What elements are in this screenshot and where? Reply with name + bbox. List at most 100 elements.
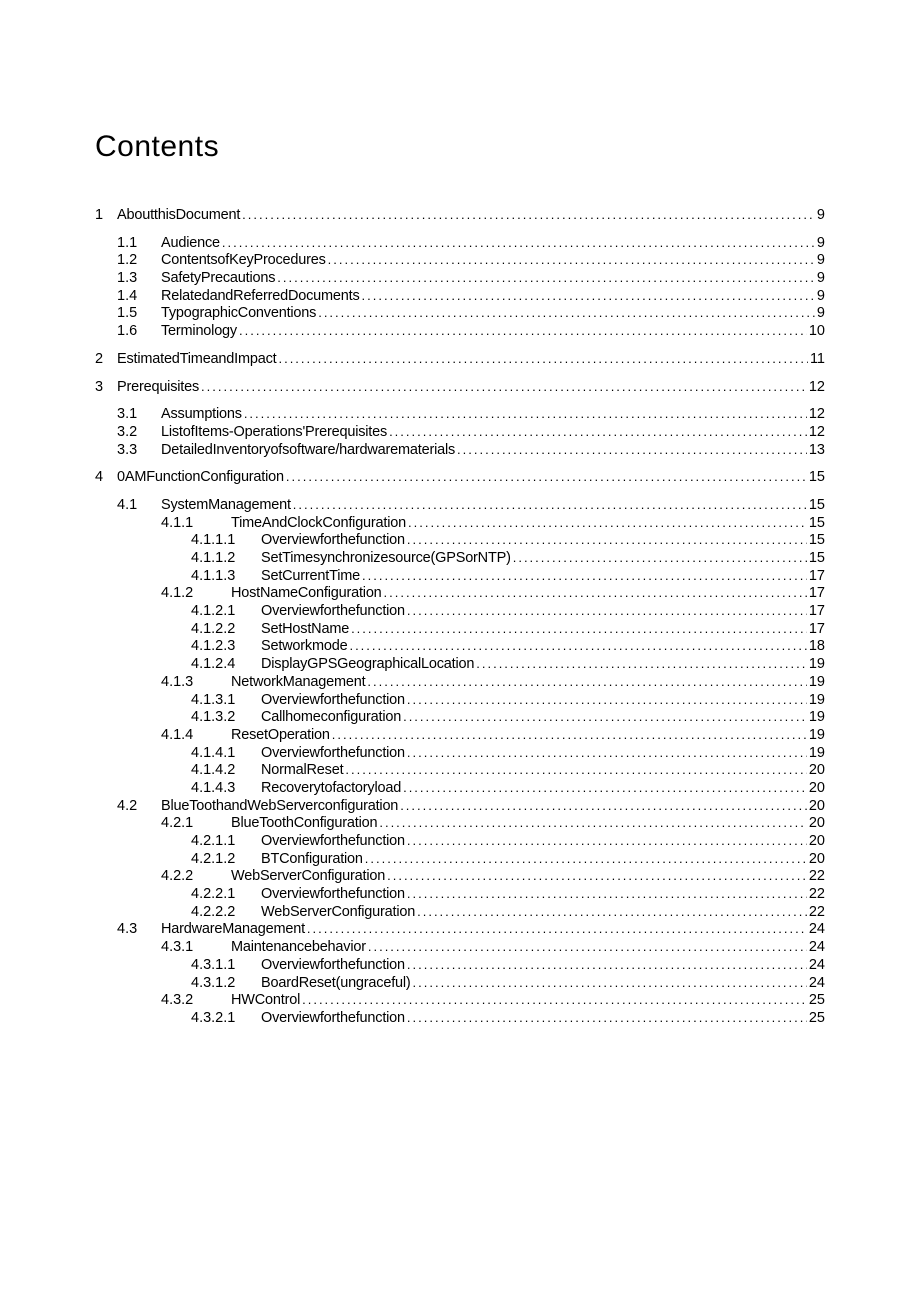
- toc-label: BlueToothandWebServerconfiguration: [161, 799, 398, 814]
- toc-entry[interactable]: 3.1Assumptions12: [95, 407, 825, 422]
- toc-label: SafetyPrecautions: [161, 271, 275, 286]
- toc-entry[interactable]: 1.4RelatedandReferredDocuments9: [95, 289, 825, 304]
- table-of-contents: 1AboutthisDocument91.1Audience91.2Conten…: [95, 208, 825, 1025]
- toc-num: 4.3.2: [161, 993, 231, 1008]
- toc-entry[interactable]: 4.2.2WebServerConfiguration22: [95, 869, 825, 884]
- toc-entry[interactable]: 1AboutthisDocument9: [95, 208, 825, 223]
- toc-label: DetailedInventoryofsoftware/hardwaremate…: [161, 443, 455, 458]
- toc-entry[interactable]: 4.3.2HWControl25: [95, 993, 825, 1008]
- toc-entry[interactable]: 4.1.4.1Overviewforthefunction19: [95, 746, 825, 761]
- toc-page: 25: [809, 1011, 825, 1026]
- toc-label: BTConfiguration: [261, 852, 363, 867]
- toc-leader: [242, 208, 815, 223]
- toc-leader: [408, 516, 807, 531]
- toc-leader: [384, 586, 807, 601]
- toc-entry[interactable]: 4.1SystemManagement15: [95, 498, 825, 513]
- toc-entry[interactable]: 1.6Terminology10: [95, 324, 825, 339]
- toc-label: TypographicConventions: [161, 306, 316, 321]
- toc-entry[interactable]: 4.2BlueToothandWebServerconfiguration20: [95, 799, 825, 814]
- toc-page: 19: [809, 675, 825, 690]
- toc-entry[interactable]: 2EstimatedTimeandImpact11: [95, 352, 825, 367]
- toc-leader: [407, 533, 807, 548]
- toc-entry[interactable]: 4.1.2.2SetHostName17: [95, 622, 825, 637]
- toc-entry[interactable]: 1.2ContentsofKeyProcedures9: [95, 253, 825, 268]
- toc-entry[interactable]: 3.2ListofItems-Operations'Prerequisites1…: [95, 425, 825, 440]
- toc-entry[interactable]: 1.3SafetyPrecautions9: [95, 271, 825, 286]
- toc-page: 12: [809, 380, 825, 395]
- toc-entry[interactable]: 4.3.1.1Overviewforthefunction24: [95, 958, 825, 973]
- toc-label: TimeAndClockConfiguration: [231, 516, 406, 531]
- toc-entry[interactable]: 4.3.2.1Overviewforthefunction25: [95, 1011, 825, 1026]
- toc-leader: [407, 887, 807, 902]
- toc-leader: [362, 569, 807, 584]
- toc-page: 17: [809, 586, 825, 601]
- toc-label: ContentsofKeyProcedures: [161, 253, 326, 268]
- toc-leader: [318, 306, 815, 321]
- toc-entry[interactable]: 4.1.1.3SetCurrentTime17: [95, 569, 825, 584]
- toc-entry[interactable]: 4.1.1.2SetTimesynchronizesource(GPSorNTP…: [95, 551, 825, 566]
- toc-entry[interactable]: 4.1.4.2NormalReset20: [95, 763, 825, 778]
- toc-entry[interactable]: 4.1.4.3Recoverytofactoryload20: [95, 781, 825, 796]
- toc-num: 4.1: [117, 498, 161, 513]
- toc-leader: [387, 869, 807, 884]
- toc-num: 4.3: [117, 922, 161, 937]
- toc-num: 2: [95, 352, 117, 367]
- toc-num: 1: [95, 208, 117, 223]
- toc-label: HardwareManagement: [161, 922, 305, 937]
- toc-leader: [349, 639, 806, 654]
- toc-entry[interactable]: 4.1.2HostNameConfiguration17: [95, 586, 825, 601]
- toc-entry[interactable]: 4.1.2.3Setworkmode18: [95, 639, 825, 654]
- toc-entry[interactable]: 4.2.1.2BTConfiguration20: [95, 852, 825, 867]
- toc-page: 13: [809, 443, 825, 458]
- toc-entry[interactable]: 4.1.1.1Overviewforthefunction15: [95, 533, 825, 548]
- toc-page: 22: [809, 869, 825, 884]
- toc-leader: [403, 710, 807, 725]
- toc-page: 20: [809, 834, 825, 849]
- toc-page: 24: [809, 976, 825, 991]
- toc-page: 11: [810, 352, 825, 367]
- toc-num: 4.1.2.1: [191, 604, 261, 619]
- toc-leader: [407, 834, 807, 849]
- toc-entry[interactable]: 4.2.2.2WebServerConfiguration22: [95, 905, 825, 920]
- toc-num: 3.3: [117, 443, 161, 458]
- toc-num: 4.1.2.4: [191, 657, 261, 672]
- toc-entry[interactable]: 4.2.2.1Overviewforthefunction22: [95, 887, 825, 902]
- toc-entry[interactable]: 4.1.3.2Callhomeconfiguration19: [95, 710, 825, 725]
- toc-leader: [278, 352, 807, 367]
- toc-label: Callhomeconfiguration: [261, 710, 401, 725]
- toc-entry[interactable]: 4.1.3.1Overviewforthefunction19: [95, 693, 825, 708]
- toc-label: WebServerConfiguration: [261, 905, 415, 920]
- toc-label: SystemManagement: [161, 498, 291, 513]
- toc-entry[interactable]: 1.5TypographicConventions9: [95, 306, 825, 321]
- toc-entry[interactable]: 1.1Audience9: [95, 236, 825, 251]
- toc-entry[interactable]: 40AMFunctionConfiguration15: [95, 470, 825, 485]
- toc-entry[interactable]: 4.1.1TimeAndClockConfiguration15: [95, 516, 825, 531]
- toc-num: 4.3.1: [161, 940, 231, 955]
- toc-entry[interactable]: 4.1.4ResetOperation19: [95, 728, 825, 743]
- toc-entry[interactable]: 4.1.2.1Overviewforthefunction17: [95, 604, 825, 619]
- toc-num: 4.1.4.2: [191, 763, 261, 778]
- toc-page: 20: [809, 763, 825, 778]
- toc-label: Overviewforthefunction: [261, 533, 405, 548]
- toc-entry[interactable]: 3.3DetailedInventoryofsoftware/hardwarem…: [95, 443, 825, 458]
- toc-entry[interactable]: 4.3.1.2BoardReset(ungraceful)24: [95, 976, 825, 991]
- toc-leader: [328, 253, 815, 268]
- toc-entry[interactable]: 4.2.1BlueToothConfiguration20: [95, 816, 825, 831]
- toc-label: DisplayGPSGeographicalLocation: [261, 657, 474, 672]
- toc-entry[interactable]: 4.1.2.4DisplayGPSGeographicalLocation19: [95, 657, 825, 672]
- toc-entry[interactable]: 4.2.1.1Overviewforthefunction20: [95, 834, 825, 849]
- toc-num: 1.1: [117, 236, 161, 251]
- toc-entry[interactable]: 3Prerequisites12: [95, 380, 825, 395]
- toc-leader: [222, 236, 815, 251]
- toc-num: 4.1.3.2: [191, 710, 261, 725]
- toc-entry[interactable]: 4.1.3NetworkManagement19: [95, 675, 825, 690]
- toc-page: 9: [817, 289, 825, 304]
- page-title: Contents: [95, 130, 825, 164]
- toc-num: 4.2: [117, 799, 161, 814]
- toc-entry[interactable]: 4.3.1Maintenancebehavior24: [95, 940, 825, 955]
- toc-label: AboutthisDocument: [117, 208, 240, 223]
- toc-entry[interactable]: 4.3HardwareManagement24: [95, 922, 825, 937]
- toc-label: HostNameConfiguration: [231, 586, 382, 601]
- toc-num: 4.3.1.1: [191, 958, 261, 973]
- toc-leader: [368, 940, 807, 955]
